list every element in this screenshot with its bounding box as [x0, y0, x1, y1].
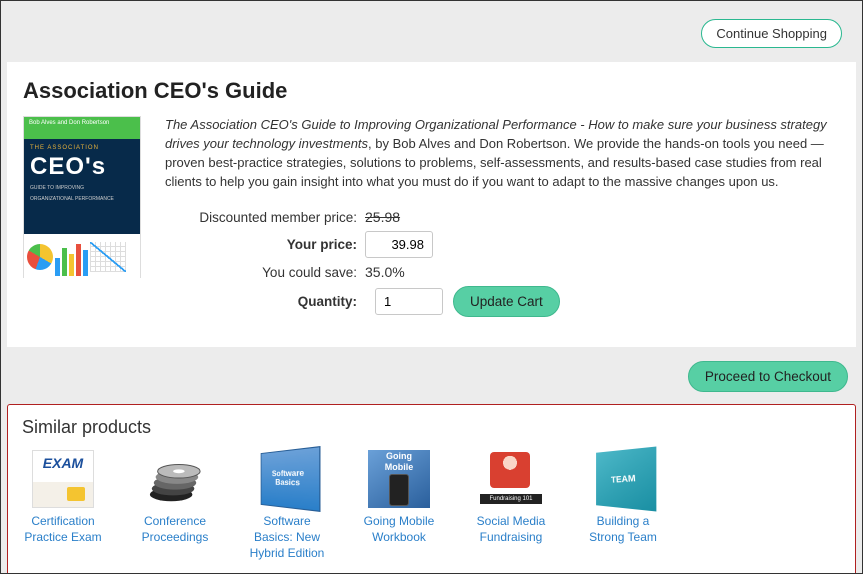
quantity-input[interactable] [375, 288, 443, 315]
cover-body: THE ASSOCIATION CEO's GUIDE TO IMPROVING… [24, 139, 140, 234]
similar-item-mobile[interactable]: Going Mobile Going Mobile Workbook [358, 450, 440, 561]
social-thumbnail [480, 450, 542, 508]
software-thumbnail: Software Basics [261, 446, 321, 512]
cover-subtitle-2: ORGANIZATIONAL PERFORMANCE [30, 196, 134, 203]
top-bar: Continue Shopping [1, 1, 862, 56]
discount-price-label: Discounted member price: [165, 210, 365, 225]
similar-item-software[interactable]: Software Basics Software Basics: New Hyb… [246, 450, 328, 561]
product-cover-image: Bob Alves and Don Robertson THE ASSOCIAT… [23, 116, 141, 278]
quantity-label: Quantity: [165, 294, 365, 309]
cover-subtitle-1: GUIDE TO IMPROVING [30, 185, 134, 192]
discount-price-value: 25.98 [365, 209, 400, 225]
you-save-value: 35.0% [365, 264, 405, 280]
cover-overline: THE ASSOCIATION [30, 145, 134, 151]
similar-label: Conference Proceedings [134, 514, 216, 545]
page-title: Association CEO's Guide [23, 78, 840, 104]
similar-label: Certification Practice Exam [22, 514, 104, 545]
product-row: Bob Alves and Don Robertson THE ASSOCIAT… [23, 116, 840, 323]
you-save-label: You could save: [165, 265, 365, 280]
product-card: Association CEO's Guide Bob Alves and Do… [7, 62, 856, 347]
your-price-input[interactable] [365, 231, 433, 258]
similar-item-social[interactable]: Social Media Fundraising [470, 450, 552, 561]
your-price-label: Your price: [165, 237, 365, 252]
conference-thumbnail [144, 450, 206, 508]
bar-chart-icon [55, 244, 88, 276]
exam-thumbnail [32, 450, 94, 508]
cover-headline: CEO's [30, 153, 134, 181]
similar-label: Building a Strong Team [582, 514, 664, 545]
proceed-checkout-button[interactable]: Proceed to Checkout [688, 361, 848, 392]
team-thumbnail: TEAM [596, 447, 656, 512]
similar-item-team[interactable]: TEAM Building a Strong Team [582, 450, 664, 561]
mobile-thumbnail: Going Mobile [368, 450, 430, 508]
similar-heading: Similar products [22, 417, 841, 438]
checkout-bar: Proceed to Checkout [1, 347, 862, 400]
pie-chart-icon [27, 244, 53, 270]
similar-label: Going Mobile Workbook [358, 514, 440, 545]
similar-label: Social Media Fundraising [470, 514, 552, 545]
similar-item-conference[interactable]: Conference Proceedings [134, 450, 216, 561]
product-description: The Association CEO's Guide to Improving… [165, 116, 840, 191]
continue-shopping-button[interactable]: Continue Shopping [701, 19, 842, 48]
update-cart-button[interactable]: Update Cart [453, 286, 560, 317]
similar-label: Software Basics: New Hybrid Edition [246, 514, 328, 561]
similar-item-exam[interactable]: Certification Practice Exam [22, 450, 104, 561]
page-frame: Continue Shopping Association CEO's Guid… [0, 0, 863, 574]
cover-author-strip: Bob Alves and Don Robertson [24, 117, 140, 139]
product-details: The Association CEO's Guide to Improving… [165, 116, 840, 323]
pricing-grid: Discounted member price: 25.98 Your pric… [165, 209, 585, 317]
similar-row: Certification Practice Exam Conference P… [22, 450, 841, 561]
phone-icon [389, 474, 409, 506]
similar-products-panel: Similar products Certification Practice … [7, 404, 856, 574]
line-chart-icon [90, 242, 126, 272]
cover-charts-graphic [24, 234, 140, 279]
